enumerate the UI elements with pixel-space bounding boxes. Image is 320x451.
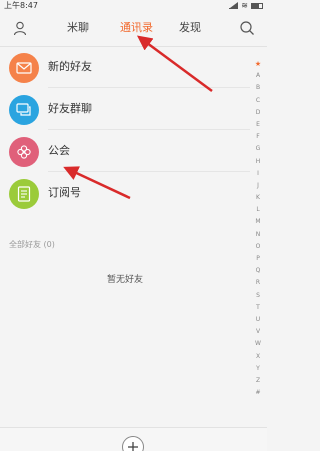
index-letter[interactable]: Z — [252, 375, 264, 387]
index-letter[interactable]: H — [252, 156, 264, 168]
subscription-item[interactable]: 订阅号 — [0, 174, 250, 214]
tab-contacts[interactable]: 通讯录 — [120, 21, 153, 35]
document-icon — [9, 179, 39, 209]
index-letter[interactable]: I — [252, 168, 264, 180]
index-letter[interactable]: S — [252, 290, 264, 302]
status-bar: 上午8:47 ≋ — [0, 0, 267, 11]
envelope-icon — [9, 53, 39, 83]
wifi-icon: ≋ — [241, 1, 248, 10]
bottom-bar — [0, 427, 267, 451]
index-letter[interactable]: # — [252, 387, 264, 399]
tab-chat[interactable]: 米聊 — [67, 21, 89, 35]
chat-bubbles-icon — [9, 95, 39, 125]
index-letter[interactable]: M — [252, 216, 264, 228]
index-letter[interactable]: Q — [252, 265, 264, 277]
new-friends-item[interactable]: 新的好友 — [0, 48, 250, 88]
index-letter[interactable]: Y — [252, 363, 264, 375]
flower-icon — [9, 137, 39, 167]
status-icons: ≋ — [229, 0, 263, 11]
add-button[interactable] — [122, 436, 144, 451]
search-icon[interactable] — [239, 20, 255, 36]
no-friends-text: 暂无好友 — [106, 275, 143, 285]
index-letter[interactable]: F — [252, 131, 264, 143]
plus-icon — [128, 442, 138, 451]
all-friends-header: 全部好友 (0) — [9, 240, 55, 249]
guild-label: 公会 — [48, 144, 70, 157]
alphabet-index-bar[interactable]: ★ A B C D E F G H I J K L M N O P Q R S T U V W X Y Z # — [252, 58, 264, 399]
signal-icon — [229, 1, 239, 9]
index-letter[interactable]: G — [252, 143, 264, 155]
index-letter[interactable]: L — [252, 204, 264, 216]
divider — [48, 171, 250, 172]
index-letter[interactable]: T — [252, 302, 264, 314]
friend-group-chat-label: 好友群聊 — [48, 102, 92, 115]
index-letter[interactable]: X — [252, 351, 264, 363]
new-friends-label: 新的好友 — [48, 60, 92, 73]
index-letter[interactable]: V — [252, 326, 264, 338]
divider — [48, 129, 250, 130]
divider — [48, 87, 250, 88]
battery-icon — [251, 2, 263, 9]
index-letter[interactable]: W — [252, 338, 264, 350]
subscription-label: 订阅号 — [48, 186, 81, 199]
index-letter[interactable]: R — [252, 277, 264, 289]
index-letter[interactable]: D — [252, 107, 264, 119]
index-letter[interactable]: ★ — [252, 58, 264, 70]
index-letter[interactable]: B — [252, 82, 264, 94]
index-letter[interactable]: K — [252, 192, 264, 204]
index-letter[interactable]: J — [252, 180, 264, 192]
index-letter[interactable]: U — [252, 314, 264, 326]
index-letter[interactable]: C — [252, 95, 264, 107]
index-letter[interactable]: O — [252, 241, 264, 253]
tab-discover[interactable]: 发现 — [179, 21, 201, 35]
profile-icon[interactable] — [12, 20, 28, 36]
index-letter[interactable]: A — [252, 70, 264, 82]
top-bar: 米聊 通讯录 发现 — [0, 11, 267, 47]
index-letter[interactable]: E — [252, 119, 264, 131]
status-time: 上午8:47 — [4, 1, 38, 10]
index-letter[interactable]: P — [252, 253, 264, 265]
index-letter[interactable]: N — [252, 229, 264, 241]
guild-item[interactable]: 公会 — [0, 132, 250, 172]
friend-group-chat-item[interactable]: 好友群聊 — [0, 90, 250, 130]
